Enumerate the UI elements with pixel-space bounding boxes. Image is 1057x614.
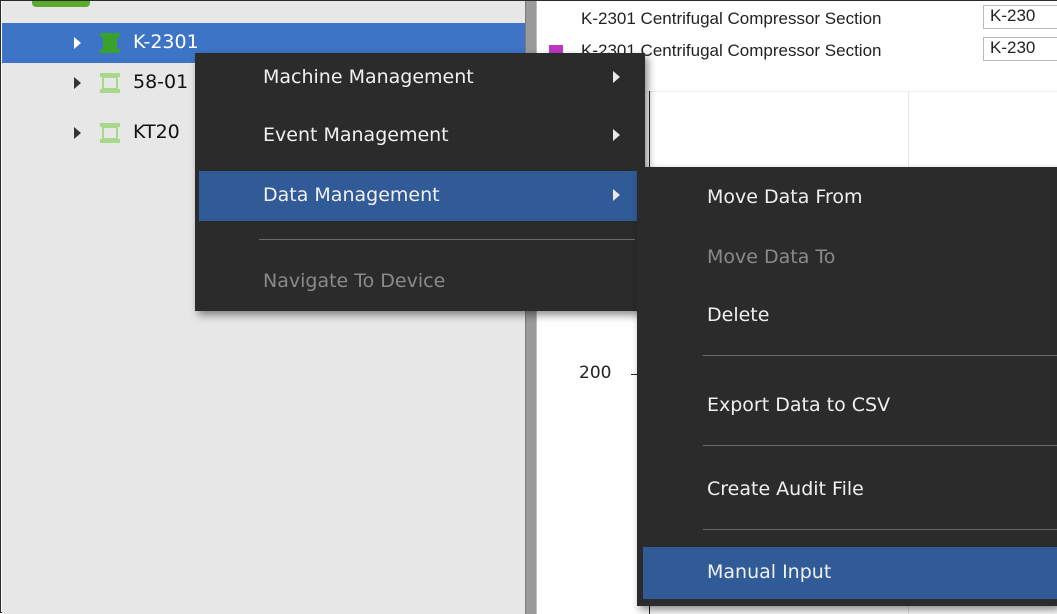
menu-item-move-data-from[interactable]: Move Data From — [637, 175, 1057, 221]
legend-value: K-230 — [990, 6, 1036, 25]
menu-item-data-management[interactable]: Data Management — [199, 171, 637, 221]
menu-separator — [703, 529, 1057, 530]
menu-item-label: Manual Input — [707, 561, 832, 583]
legend-text: K-2301 Centrifugal Compressor Section — [581, 9, 882, 28]
submenu-arrow-icon — [613, 129, 620, 141]
parent-node-icon — [32, 1, 90, 7]
menu-item-event-management[interactable]: Event Management — [195, 113, 645, 159]
menu-item-move-data-to[interactable]: Move Data To — [637, 235, 1057, 281]
submenu-arrow-icon — [613, 189, 620, 201]
menu-item-export-data-to-csv[interactable]: Export Data to CSV — [637, 383, 1057, 429]
machine-icon — [100, 123, 120, 143]
menu-item-label: Move Data From — [707, 186, 863, 208]
legend-value-box: K-230 — [983, 37, 1057, 61]
menu-item-label: Create Audit File — [707, 478, 864, 500]
menu-separator — [703, 445, 1057, 446]
context-menu: Machine Management Event Management Data… — [195, 53, 645, 311]
expand-arrow-icon[interactable] — [74, 77, 81, 89]
menu-item-machine-management[interactable]: Machine Management — [195, 55, 645, 101]
expand-arrow-icon[interactable] — [74, 127, 81, 139]
expand-arrow-icon[interactable] — [74, 37, 81, 49]
app-window: K-2301 58-01 KT20 K-2301 Centrifugal Com — [0, 0, 1057, 614]
submenu-arrow-icon — [613, 71, 620, 83]
menu-item-label: Export Data to CSV — [707, 394, 891, 416]
menu-item-label: Data Management — [263, 184, 440, 206]
menu-item-label: Delete — [707, 304, 770, 326]
machine-icon — [100, 73, 120, 93]
menu-item-manual-input[interactable]: Manual Input — [643, 547, 1057, 599]
legend-value: K-230 — [990, 38, 1036, 57]
menu-item-label: Navigate To Device — [263, 270, 446, 292]
menu-item-delete[interactable]: Delete — [637, 293, 1057, 339]
menu-item-label: Event Management — [263, 124, 449, 146]
tree-item-label: KT20 — [133, 121, 180, 143]
menu-item-label: Move Data To — [707, 246, 836, 268]
menu-item-label: Machine Management — [263, 66, 474, 88]
tree-item-label: K-2301 — [133, 31, 199, 53]
legend-value-box: K-230 — [983, 5, 1057, 29]
menu-item-create-audit-file[interactable]: Create Audit File — [637, 467, 1057, 513]
menu-item-navigate-to-device[interactable]: Navigate To Device — [195, 259, 645, 305]
data-management-submenu: Move Data From Move Data To Delete Expor… — [637, 167, 1057, 606]
y-tick-label: 200 — [579, 363, 612, 383]
menu-separator — [259, 239, 635, 240]
tree-item-label: 58-01 — [133, 71, 189, 93]
machine-icon — [100, 33, 120, 53]
menu-separator — [703, 355, 1057, 356]
